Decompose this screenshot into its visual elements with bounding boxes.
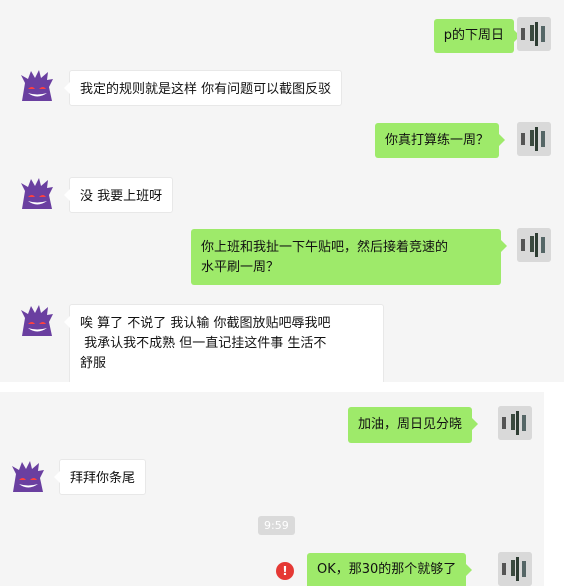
message-text: p的下周日 — [443, 28, 504, 43]
message-bubble-outgoing[interactable]: OK，那30的那个就够了 — [307, 553, 473, 586]
message-text: 没 我要上班呀 — [80, 189, 163, 204]
gengar-avatar-icon — [21, 305, 53, 336]
message-bubble-outgoing[interactable]: 加油，周日见分晓 — [348, 407, 479, 443]
message-bubble-outgoing[interactable]: 你上班和我扯一下午贴吧，然后接着竞速的 水平刷一周？ — [191, 229, 507, 285]
self-avatar[interactable] — [517, 228, 551, 262]
message-text: 你真打算练一周？ — [384, 133, 489, 148]
message-text: 加油，周日见分晓 — [358, 417, 463, 432]
self-avatar[interactable] — [498, 552, 532, 586]
gengar-avatar-icon — [21, 70, 53, 101]
gengar-avatar-icon — [21, 178, 53, 209]
user-avatar-icon — [517, 17, 551, 51]
message-bubble-incoming[interactable]: 唉 算了 不说了 我认输 你截图放贴吧辱我吧 我承认我不成熟 但一直记挂这件事 … — [64, 304, 384, 382]
error-icon[interactable]: ! — [276, 562, 294, 580]
timestamp-badge: 9:59 — [258, 516, 295, 535]
user-avatar-icon — [498, 406, 532, 440]
message-text: 我定的规则就是这样 你有问题可以截图反驳 — [80, 82, 332, 97]
user-avatar-icon — [517, 122, 551, 156]
message-bubble-outgoing[interactable]: p的下周日 — [433, 19, 521, 53]
message-text: 拜拜你条尾 — [70, 471, 136, 486]
message-bubble-incoming[interactable]: 我定的规则就是这样 你有问题可以截图反驳 — [63, 70, 343, 106]
message-text: OK，那30的那个就够了 — [317, 562, 457, 577]
contact-avatar[interactable] — [10, 458, 46, 494]
message-line: 你上班和我扯一下午贴吧，然后接着竞速的 — [201, 240, 449, 255]
user-avatar-icon — [498, 552, 532, 586]
message-line: 我承认我不成熟 但一直记挂这件事 生活不 — [80, 336, 327, 351]
chat-panel-top: p的下周日 我定的规则就是这样 你有问题可以截图反驳 你真打算练一周？ 没 我要… — [0, 0, 564, 382]
contact-avatar[interactable] — [19, 67, 55, 103]
self-avatar[interactable] — [498, 406, 532, 440]
contact-avatar[interactable] — [19, 175, 55, 211]
contact-avatar[interactable] — [19, 302, 55, 338]
message-line: 舒服 — [80, 356, 107, 371]
user-avatar-icon — [517, 228, 551, 262]
message-bubble-outgoing[interactable]: 你真打算练一周？ — [374, 123, 506, 158]
message-line: 唉 算了 不说了 我认输 你截图放贴吧辱我吧 — [80, 316, 331, 331]
self-avatar[interactable] — [517, 17, 551, 51]
message-bubble-incoming[interactable]: 拜拜你条尾 — [53, 459, 147, 495]
gengar-avatar-icon — [12, 461, 44, 492]
message-line: 水平刷一周？ — [201, 260, 280, 275]
message-bubble-incoming[interactable]: 没 我要上班呀 — [63, 177, 174, 213]
self-avatar[interactable] — [517, 122, 551, 156]
